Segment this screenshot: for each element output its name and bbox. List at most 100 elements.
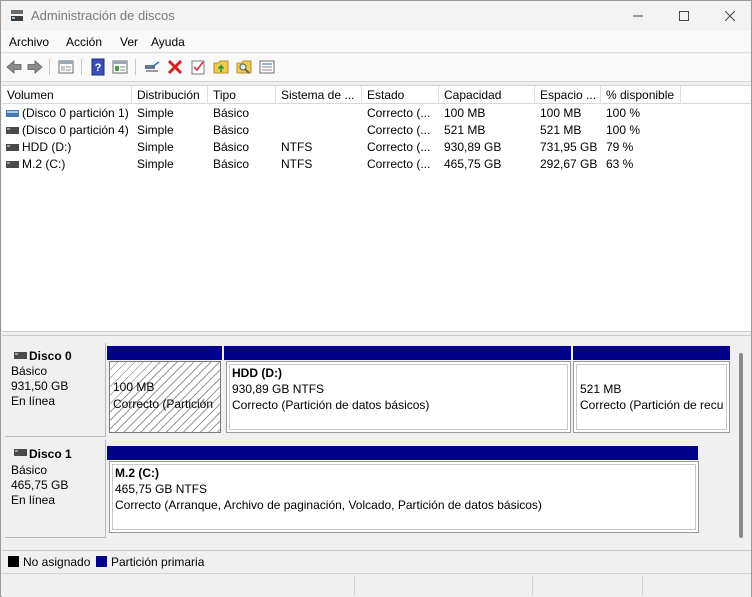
column-header-sistema[interactable]: Sistema de ... (276, 86, 362, 104)
menu-ver[interactable]: Ver (120, 35, 138, 49)
cell-espacio: 731,95 GB (540, 140, 598, 154)
cell-estado: Correcto (... (367, 123, 431, 137)
cell-tipo: Básico (213, 106, 250, 120)
partition-inner (576, 364, 727, 430)
cell-tipo: Básico (213, 140, 250, 154)
menu-archivo[interactable]: Archivo (9, 35, 49, 49)
pane-splitter[interactable] (2, 331, 751, 336)
title-bar: Administración de discos (1, 1, 751, 31)
disk-0-size: 931,50 GB (11, 379, 69, 393)
menu-bar: Archivo Acción Ver Ayuda (1, 31, 751, 53)
close-button[interactable] (707, 1, 752, 31)
close-icon (725, 11, 735, 21)
partition-title: M.2 (C:) (115, 466, 159, 480)
partition-size: 100 MB (113, 380, 155, 394)
partition-size: 930,89 GB NTFS (232, 382, 325, 396)
cell-volumen: HDD (D:) (22, 140, 72, 154)
maximize-button[interactable] (661, 1, 707, 31)
drive-volume-icon (6, 144, 19, 151)
disk-icon (14, 449, 27, 456)
menu-accion[interactable]: Acción (66, 35, 102, 49)
cell-capacidad: 465,75 GB (444, 157, 502, 171)
disk-graphical-view: Disco 0 Básico 931,50 GB En línea 100 MB… (2, 337, 751, 549)
cell-tipo: Básico (213, 157, 250, 171)
search-folder-icon[interactable] (235, 58, 253, 76)
cell-sistema: NTFS (281, 157, 313, 171)
disk-1-size: 465,75 GB (11, 478, 69, 492)
partition-title: HDD (D:) (232, 366, 282, 380)
legend-label-primary: Partición primaria (111, 555, 205, 569)
volume-row[interactable]: M.2 (C:) Simple Básico NTFS Correcto (..… (2, 156, 751, 173)
cell-estado: Correcto (... (367, 157, 431, 171)
partition-disk0-4[interactable]: 521 MB Correcto (Partición de recu (573, 361, 730, 433)
list-icon[interactable] (258, 58, 276, 76)
cell-sistema: NTFS (281, 140, 313, 154)
folder-up-icon[interactable] (212, 58, 230, 76)
disk-1-status: En línea (11, 493, 56, 507)
cell-distribucion: Simple (137, 157, 174, 171)
forward-arrow-icon[interactable] (26, 58, 44, 76)
partition-disk0-1[interactable]: 100 MB Correcto (Partición (109, 361, 221, 433)
partition-volume-icon (6, 110, 19, 117)
column-header-capacidad[interactable]: Capacidad (439, 86, 535, 104)
disk-0-type: Básico (11, 364, 48, 378)
view-icon[interactable] (111, 58, 129, 76)
cell-tipo: Básico (213, 123, 250, 137)
cell-estado: Correcto (... (367, 140, 431, 154)
column-header-espacio[interactable]: Espacio ... (535, 86, 601, 104)
disk-icon (14, 352, 27, 359)
toolbar-separator (81, 59, 82, 75)
partition-status: Correcto (Partición de recu (580, 398, 724, 412)
column-header-distribucion[interactable]: Distribución (132, 86, 208, 104)
drive-volume-icon (6, 161, 19, 168)
volume-row[interactable]: (Disco 0 partición 1) Simple Básico Corr… (2, 105, 751, 122)
status-bar-section (642, 576, 643, 596)
column-header-volumen[interactable]: Volumen (2, 86, 132, 104)
cell-volumen: (Disco 0 partición 1) (22, 106, 129, 120)
partition-strip (107, 446, 698, 460)
column-header-porcentaje[interactable]: % disponible (601, 86, 681, 104)
partition-strip (573, 346, 730, 360)
graphical-view-scrollbar[interactable] (739, 353, 743, 538)
delete-icon[interactable] (166, 58, 184, 76)
cell-espacio: 292,67 GB (540, 157, 598, 171)
disk-0-name: Disco 0 (29, 349, 72, 363)
status-bar-section (354, 576, 355, 596)
disk-1-name: Disco 1 (29, 447, 72, 461)
legend-bar: No asignado Partición primaria (2, 550, 751, 572)
toolbar-separator (49, 59, 50, 75)
partition-hdd-d[interactable]: HDD (D:) 930,89 GB NTFS Correcto (Partic… (226, 361, 571, 433)
volume-row[interactable]: (Disco 0 partición 4) Simple Básico Corr… (2, 122, 751, 139)
partition-strip (107, 346, 222, 360)
column-header-estado[interactable]: Estado (362, 86, 439, 104)
partition-m2-c[interactable]: M.2 (C:) 465,75 GB NTFS Correcto (Arranq… (109, 461, 699, 533)
volume-row[interactable]: HDD (D:) Simple Básico NTFS Correcto (..… (2, 139, 751, 156)
check-icon[interactable] (189, 58, 207, 76)
minimize-button[interactable] (615, 1, 661, 31)
status-bar (2, 573, 751, 597)
cell-capacidad: 521 MB (444, 123, 486, 137)
back-arrow-icon[interactable] (5, 58, 23, 76)
cell-porcentaje: 63 % (606, 157, 634, 171)
partition-size: 465,75 GB NTFS (115, 482, 208, 496)
properties-icon[interactable] (57, 58, 75, 76)
drive-volume-icon (6, 127, 19, 134)
volume-list-header: Volumen Distribución Tipo Sistema de ...… (2, 86, 751, 104)
menu-ayuda[interactable]: Ayuda (151, 35, 185, 49)
legend-swatch-primary (96, 556, 107, 567)
disk-management-window: Administración de discos Archivo Acción … (0, 0, 752, 597)
cell-estado: Correcto (... (367, 106, 431, 120)
disk-1-label[interactable]: Disco 1 Básico 465,75 GB En línea (5, 440, 106, 538)
cell-distribucion: Simple (137, 140, 174, 154)
cell-distribucion: Simple (137, 123, 174, 137)
cell-volumen: (Disco 0 partición 4) (22, 123, 129, 137)
column-header-tipo[interactable]: Tipo (208, 86, 276, 104)
help-icon[interactable]: ? (89, 58, 107, 76)
partition-size: 521 MB (580, 382, 622, 396)
partition-status: Correcto (Partición de datos básicos) (232, 398, 430, 412)
cell-distribucion: Simple (137, 106, 174, 120)
partition-strip (224, 346, 571, 360)
disk-0-label[interactable]: Disco 0 Básico 931,50 GB En línea (5, 343, 106, 437)
svg-text:?: ? (95, 62, 102, 74)
connect-disk-icon[interactable] (143, 58, 161, 76)
